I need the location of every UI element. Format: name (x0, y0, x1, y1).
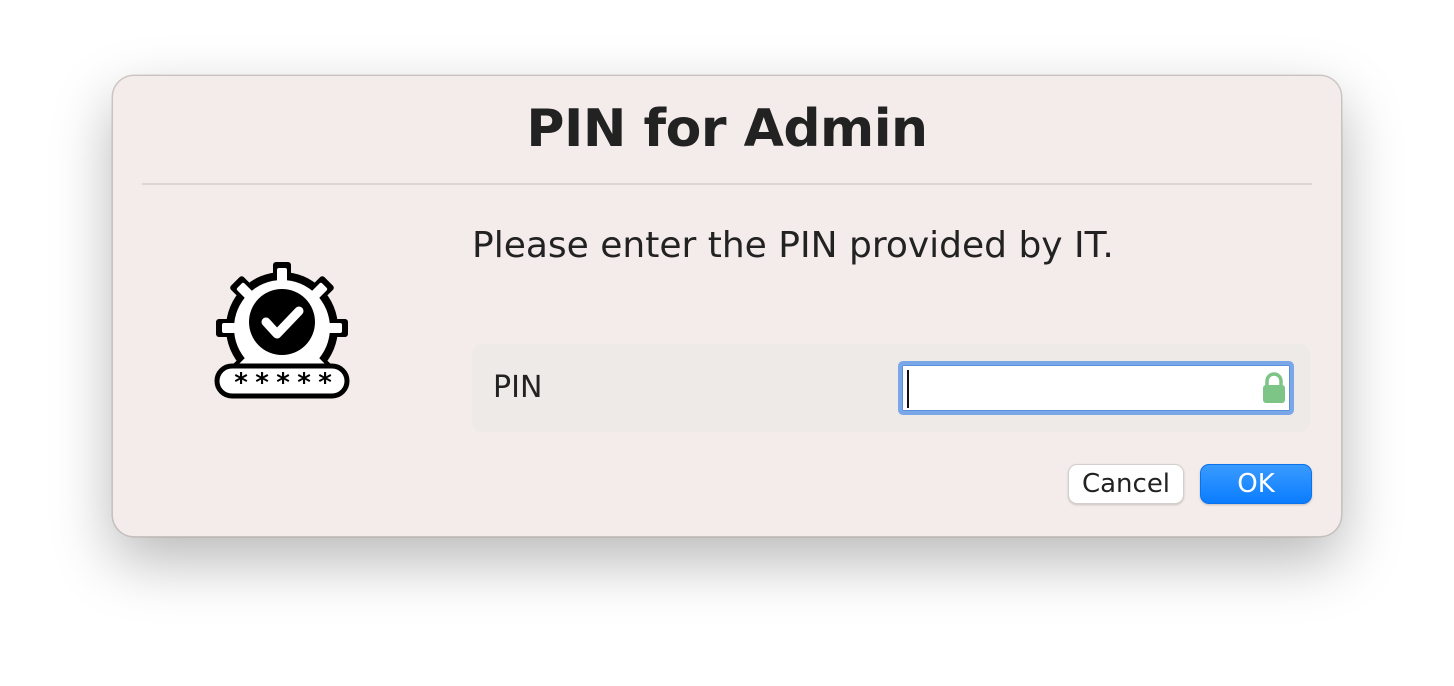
dialog-title: PIN for Admin (526, 99, 928, 159)
pin-input[interactable] (898, 361, 1294, 415)
svg-text:*: * (276, 368, 290, 398)
cancel-button[interactable]: Cancel (1068, 464, 1184, 504)
ok-button[interactable]: OK (1200, 464, 1312, 504)
svg-text:*: * (255, 368, 269, 398)
text-caret (907, 370, 909, 408)
svg-text:*: * (234, 368, 248, 398)
svg-text:*: * (318, 368, 332, 398)
lock-icon (1262, 372, 1286, 404)
svg-text:*: * (297, 368, 311, 398)
pin-label: PIN (493, 370, 543, 405)
gear-badge-checkmark-password-icon: * * * * * (212, 258, 352, 400)
dialog-message: Please enter the PIN provided by IT. (472, 225, 1114, 266)
title-divider (142, 183, 1312, 185)
